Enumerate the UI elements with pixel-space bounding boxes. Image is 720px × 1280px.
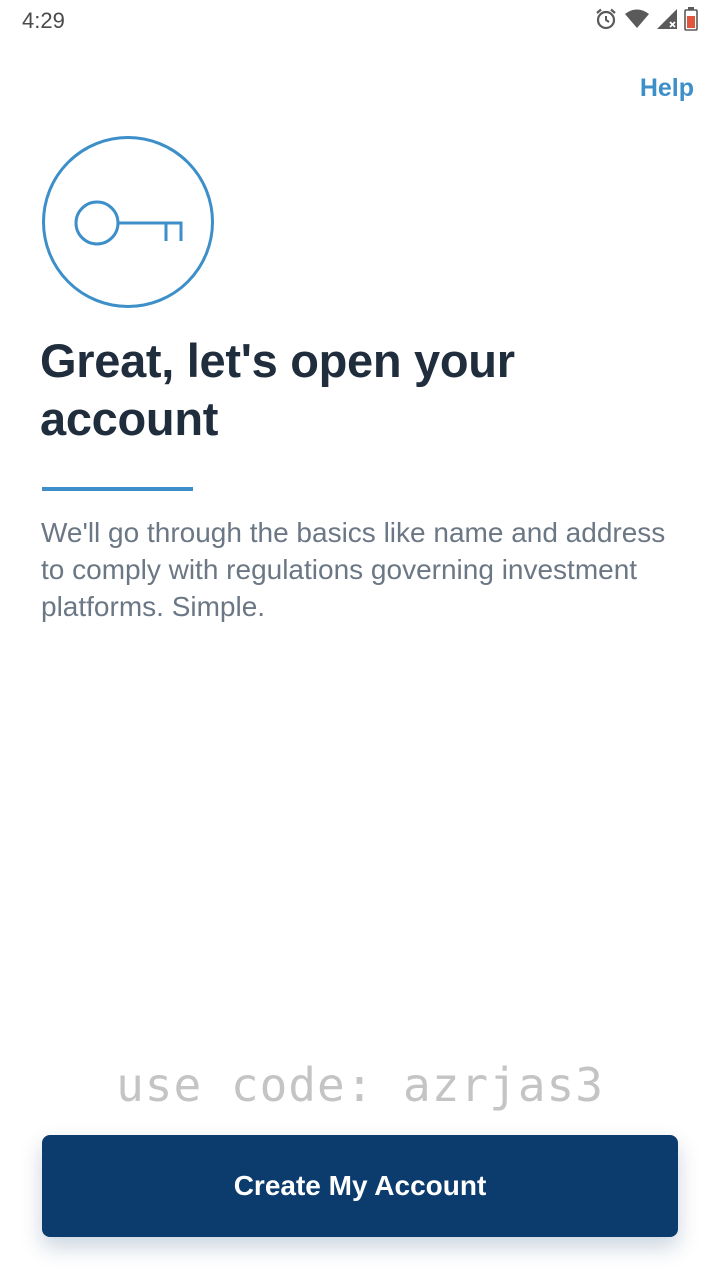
status-time: 4:29	[22, 8, 65, 33]
signal-icon	[656, 8, 678, 35]
create-account-button[interactable]: Create My Account	[42, 1135, 678, 1237]
key-badge	[42, 136, 214, 308]
alarm-icon	[594, 7, 618, 36]
key-icon	[74, 200, 183, 246]
accent-divider	[42, 487, 193, 491]
promo-code-text: use code: azrjas3	[116, 1058, 604, 1112]
battery-icon	[684, 6, 698, 36]
status-bar: 4:29	[0, 0, 720, 44]
wifi-icon	[624, 8, 650, 35]
status-icons	[594, 6, 698, 36]
description-text: We'll go through the basics like name an…	[41, 517, 666, 622]
help-link[interactable]: Help	[640, 74, 694, 103]
page-title: Great, let's open your account	[40, 334, 515, 445]
